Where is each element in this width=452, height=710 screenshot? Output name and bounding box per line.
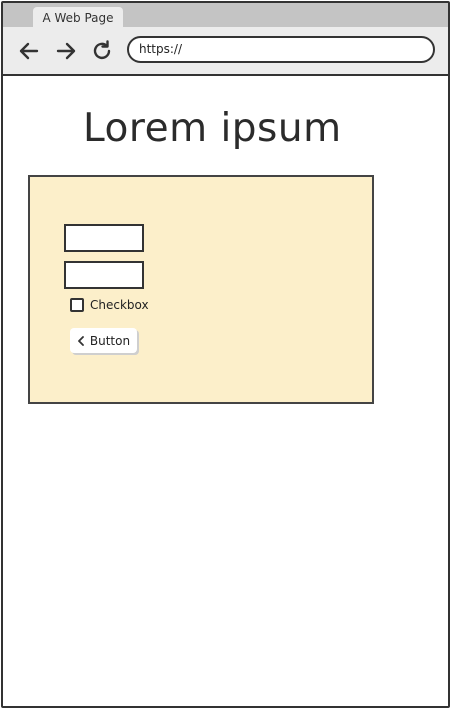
page-title: Lorem ipsum [83, 106, 342, 151]
text-input-2[interactable] [64, 261, 144, 289]
text-input-1[interactable] [64, 224, 144, 252]
checkbox-row[interactable]: Checkbox [70, 296, 149, 314]
reload-icon[interactable] [90, 39, 114, 63]
back-arrow-icon[interactable] [17, 39, 41, 63]
browser-tab[interactable]: A Web Page [33, 7, 123, 29]
forward-arrow-icon[interactable] [54, 39, 78, 63]
button-label: Button [89, 333, 131, 348]
checkbox[interactable] [70, 298, 84, 312]
back-button[interactable]: Button [70, 328, 137, 353]
browser-toolbar: https:// [3, 27, 448, 76]
page: A Web Page https:// Lorem ipsum Checkbox… [0, 0, 452, 710]
chevron-left-icon [77, 335, 84, 346]
form-panel [28, 175, 374, 404]
checkbox-label: Checkbox [90, 298, 149, 312]
address-bar[interactable]: https:// [127, 36, 435, 63]
